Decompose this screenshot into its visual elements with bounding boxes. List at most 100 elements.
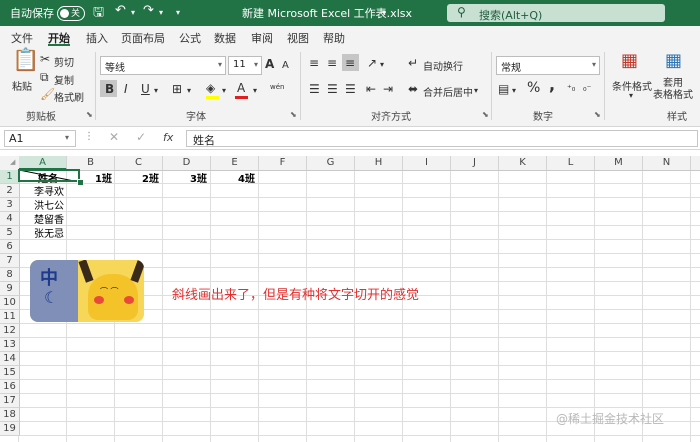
insert-function-icon[interactable]: fx <box>163 131 173 144</box>
alignment-launcher-icon[interactable]: ⬊ <box>482 110 489 119</box>
row-header-17[interactable]: 17 <box>0 394 20 408</box>
table-format-icon[interactable]: ▦ <box>665 52 682 70</box>
redo-dropdown-icon[interactable]: ▾ <box>159 8 163 17</box>
increase-indent-icon[interactable]: ⇥ <box>383 82 393 96</box>
row-header-2[interactable]: 2 <box>0 184 20 198</box>
cancel-icon[interactable]: ✕ <box>109 130 119 144</box>
row-header-7[interactable]: 7 <box>0 254 20 268</box>
fill-dropdown-icon[interactable]: ▾ <box>222 84 226 98</box>
enter-icon[interactable]: ✓ <box>136 130 146 144</box>
font-color-dropdown-icon[interactable]: ▾ <box>253 84 257 98</box>
name-box[interactable]: A1 ▾ <box>4 130 76 147</box>
align-center-icon[interactable]: ☰ <box>327 82 338 96</box>
undo-dropdown-icon[interactable]: ▾ <box>131 8 135 17</box>
cell-a4[interactable]: 楚留香 <box>34 211 64 226</box>
column-header-e[interactable]: E <box>211 156 259 170</box>
column-header-c[interactable]: C <box>115 156 163 170</box>
currency-dropdown-icon[interactable]: ▾ <box>512 84 516 98</box>
font-name-select[interactable]: 等线 ▾ <box>100 56 226 75</box>
fill-color-icon[interactable]: ◈ <box>206 81 215 95</box>
font-size-up-icon[interactable]: A <box>265 57 274 71</box>
row-header-4[interactable]: 4 <box>0 212 20 226</box>
phonetic-icon[interactable]: wén <box>270 80 284 94</box>
cell-a2[interactable]: 李寻欢 <box>34 183 64 198</box>
search-box[interactable]: ⚲ 搜索(Alt+Q) <box>447 4 665 22</box>
row-header-11[interactable]: 11 <box>0 310 20 324</box>
wrap-text-label[interactable]: 自动换行 <box>423 58 463 73</box>
row-header-18[interactable]: 18 <box>0 408 20 422</box>
borders-icon[interactable]: ⊞ <box>172 82 182 96</box>
font-size-down-icon[interactable]: A <box>282 59 289 73</box>
tab-review[interactable]: 审阅 <box>251 30 273 46</box>
cell-a5[interactable]: 张无忌 <box>34 225 64 240</box>
cell-c1[interactable]: 2班 <box>142 170 159 185</box>
paste-icon[interactable]: 📋 <box>12 50 39 72</box>
underline-button[interactable]: U <box>141 82 150 96</box>
number-format-select[interactable]: 常规 ▾ <box>496 56 600 75</box>
row-header-13[interactable]: 13 <box>0 338 20 352</box>
cut-icon[interactable]: ✂ <box>40 52 50 66</box>
tab-help[interactable]: 帮助 <box>323 30 345 46</box>
cell-a3[interactable]: 洪七公 <box>34 197 64 212</box>
tab-formulas[interactable]: 公式 <box>179 30 201 46</box>
column-header-j[interactable]: J <box>451 156 499 170</box>
orientation-dropdown-icon[interactable]: ▾ <box>380 58 384 72</box>
tab-page-layout[interactable]: 页面布局 <box>121 30 165 46</box>
fill-handle[interactable] <box>77 179 84 186</box>
row-header-6[interactable]: 6 <box>0 240 20 254</box>
column-header-g[interactable]: G <box>307 156 355 170</box>
column-header-k[interactable]: K <box>499 156 547 170</box>
cut-label[interactable]: 剪切 <box>54 54 74 69</box>
column-header-a[interactable]: A <box>19 156 67 170</box>
comma-button[interactable]: , <box>549 77 555 93</box>
decrease-indent-icon[interactable]: ⇤ <box>366 82 376 96</box>
row-header-12[interactable]: 12 <box>0 324 20 338</box>
formula-input[interactable]: 姓名 <box>186 130 698 147</box>
table-format-label[interactable]: 套用 表格格式 <box>653 78 693 102</box>
conditional-dropdown-icon[interactable]: ▾ <box>629 89 633 103</box>
customize-qat-icon[interactable]: ▾ <box>176 8 180 17</box>
format-painter-icon[interactable]: 🖌 <box>40 87 55 101</box>
font-launcher-icon[interactable]: ⬊ <box>290 110 297 119</box>
currency-icon[interactable]: ▤ <box>498 82 509 96</box>
column-header-n[interactable]: N <box>643 156 691 170</box>
row-header-19[interactable]: 19 <box>0 422 20 436</box>
orientation-icon[interactable]: ↗ <box>367 56 377 70</box>
percent-button[interactable]: % <box>527 81 540 95</box>
borders-dropdown-icon[interactable]: ▾ <box>187 84 191 98</box>
autosave-toggle[interactable]: 关 <box>57 6 85 21</box>
row-header-1[interactable]: 1 <box>0 170 20 184</box>
undo-icon[interactable]: ↶ <box>115 3 126 18</box>
tab-view[interactable]: 视图 <box>287 30 309 46</box>
merge-center-label[interactable]: 合并后居中 <box>423 84 473 99</box>
merge-center-icon[interactable]: ⬌ <box>408 82 418 96</box>
format-painter-label[interactable]: 格式刷 <box>54 89 84 104</box>
row-header-8[interactable]: 8 <box>0 268 20 282</box>
align-bottom-icon[interactable]: ≡ <box>345 56 355 70</box>
align-middle-icon[interactable]: ≡ <box>327 56 337 70</box>
column-header-b[interactable]: B <box>67 156 115 170</box>
align-right-icon[interactable]: ☰ <box>345 82 356 96</box>
row-header-9[interactable]: 9 <box>0 282 20 296</box>
cell-e1[interactable]: 4班 <box>238 170 255 185</box>
font-size-select[interactable]: 11 ▾ <box>228 56 262 75</box>
row-header-5[interactable]: 5 <box>0 226 20 240</box>
row-header-3[interactable]: 3 <box>0 198 20 212</box>
tab-file[interactable]: 文件 <box>11 30 33 46</box>
conditional-format-icon[interactable]: ▦ <box>621 52 638 70</box>
number-launcher-icon[interactable]: ⬊ <box>594 110 601 119</box>
save-icon[interactable]: 🖫 <box>93 3 104 25</box>
font-color-icon[interactable]: A <box>237 81 245 95</box>
tab-insert[interactable]: 插入 <box>86 30 108 46</box>
merge-dropdown-icon[interactable]: ▾ <box>474 84 478 98</box>
cell-b1[interactable]: 1班 <box>95 170 112 185</box>
title-dropdown-icon[interactable]: ▾ <box>382 8 386 17</box>
align-top-icon[interactable]: ≡ <box>309 56 319 70</box>
copy-icon[interactable]: ⧉ <box>40 70 49 84</box>
select-all-corner[interactable]: ◢ <box>0 156 20 170</box>
increase-decimal-icon[interactable]: ⁺₀ <box>567 82 575 96</box>
row-header-15[interactable]: 15 <box>0 366 20 380</box>
decrease-decimal-icon[interactable]: ₀⁻ <box>583 82 591 96</box>
column-header-m[interactable]: M <box>595 156 643 170</box>
clipboard-launcher-icon[interactable]: ⬊ <box>86 110 93 119</box>
